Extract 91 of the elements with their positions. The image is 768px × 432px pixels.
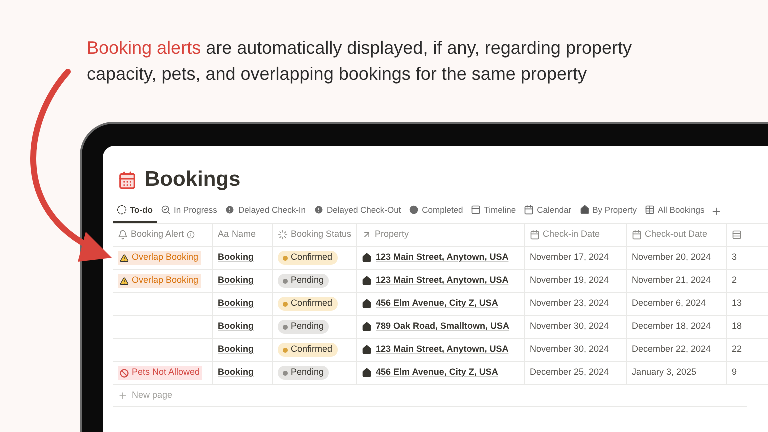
calendar-icon [530, 230, 540, 240]
table-cell: November 30, 2024 [525, 316, 627, 338]
booking-name[interactable]: Booking [218, 274, 254, 288]
table-cell: November 19, 2024 [525, 270, 627, 292]
house-icon [362, 276, 372, 286]
view-tab[interactable]: Delayed Check-In [221, 199, 310, 223]
magnifier-icon [160, 205, 171, 215]
table-icon [645, 205, 655, 215]
table-cell: December 6, 2024 [627, 293, 727, 315]
column-header[interactable]: Check-out Date [627, 224, 727, 246]
prohibited-icon [120, 368, 129, 378]
table-cell: November 21, 2024 [627, 270, 727, 292]
column-label: Check-out Date [645, 228, 708, 242]
view-tab[interactable]: Completed [405, 199, 468, 223]
loader-icon [278, 230, 288, 240]
table-cell: December 18, 2024 [627, 316, 727, 338]
filled-circle-icon [409, 205, 420, 215]
headline: Booking alerts are automatically displayed, if any, regarding property capacity, pets, and overlapping bookings for the same property [87, 37, 633, 86]
column-header[interactable]: Check-in Date [525, 224, 627, 246]
calendar-icon [632, 230, 642, 240]
table-cell-text: 9 [731, 366, 738, 380]
table-cell-text: 2 [731, 274, 738, 288]
warning-icon [120, 276, 129, 286]
add-icon[interactable] [710, 206, 722, 217]
calendar-icon [524, 205, 534, 215]
view-tab[interactable]: To-do [113, 199, 157, 223]
exclamation-circle-icon [314, 205, 324, 215]
booking-name[interactable]: Booking [218, 251, 254, 265]
column-label: Name [232, 228, 256, 242]
property-link[interactable]: 123 Main Street, Anytown, USA [376, 251, 509, 265]
rows-icon [732, 230, 742, 240]
table-cell: November 30, 2024 [525, 339, 627, 361]
column-header[interactable]: Aa Name [213, 224, 273, 246]
column-label: Booking Status [291, 228, 352, 242]
house-icon [580, 205, 590, 215]
table-cell-text: 3 [731, 251, 738, 264]
alert-tag: Overlap Booking [118, 274, 201, 288]
table-cell: November 17, 2024 [525, 247, 627, 269]
alert-tag: Pets Not Allowed [118, 366, 202, 380]
status-tag: Confirmed [278, 251, 338, 265]
view-tab[interactable]: Timeline [467, 199, 520, 223]
booking-name[interactable]: Booking [218, 366, 254, 380]
table-cell: November 23, 2024 [525, 293, 627, 315]
arrow-icon [362, 230, 372, 240]
bell-icon [118, 230, 128, 240]
view-tab[interactable]: Calendar [520, 199, 576, 223]
column-header[interactable]: Booking Status [273, 224, 357, 246]
status-tag: Confirmed [278, 297, 338, 311]
table-cell-text: 13 [731, 297, 744, 310]
house-icon [362, 299, 372, 309]
column-header[interactable]: Booking Alert [113, 224, 213, 246]
house-icon [362, 368, 372, 378]
house-icon [362, 345, 372, 355]
status-tag: Confirmed [278, 343, 338, 357]
dashed-circle-icon [117, 205, 127, 215]
view-tab[interactable]: Delayed Check-Out [310, 199, 406, 223]
status-tag: Pending [278, 320, 330, 334]
table-cell-text: 22 [731, 343, 744, 356]
house-icon [362, 253, 372, 263]
table-cell: December 25, 2024 [525, 362, 627, 384]
view-tab[interactable]: In Progress [156, 199, 222, 223]
property-link[interactable]: 789 Oak Road, Smalltown, USA [376, 320, 510, 334]
exclamation-circle-icon [225, 205, 236, 215]
house-icon [362, 322, 372, 332]
column-label: Property [375, 228, 410, 242]
text-type-label: Aa [218, 228, 230, 242]
view-tab[interactable]: All Bookings [641, 199, 709, 223]
timeline-icon [471, 205, 482, 215]
info-icon [187, 231, 196, 239]
property-link[interactable]: 456 Elm Avenue, City Z, USA [376, 366, 498, 380]
column-label: Booking Alert [131, 228, 184, 242]
table-cell: December 22, 2024 [627, 339, 727, 361]
column-label: Check-in Date [543, 228, 600, 242]
table-cell: November 20, 2024 [627, 247, 727, 269]
calendar-icon [118, 170, 137, 190]
column-header[interactable]: Property [357, 224, 525, 246]
booking-name[interactable]: Booking [218, 320, 254, 334]
status-tag: Pending [278, 274, 330, 288]
table-cell-text: 18 [731, 320, 744, 334]
alert-tag: Overlap Booking [118, 251, 201, 265]
page-title: Bookings [145, 167, 241, 194]
table-cell: January 3, 2025 [627, 362, 727, 384]
plus-icon [118, 390, 128, 400]
view-tab[interactable]: By Property [576, 199, 641, 223]
booking-name[interactable]: Booking [218, 297, 254, 311]
property-link[interactable]: 123 Main Street, Anytown, USA [376, 343, 509, 357]
property-link[interactable]: 123 Main Street, Anytown, USA [376, 274, 509, 288]
property-link[interactable]: 456 Elm Avenue, City Z, USA [376, 297, 498, 311]
booking-name[interactable]: Booking [218, 343, 254, 357]
warning-icon [120, 254, 129, 262]
status-tag: Pending [278, 366, 330, 380]
